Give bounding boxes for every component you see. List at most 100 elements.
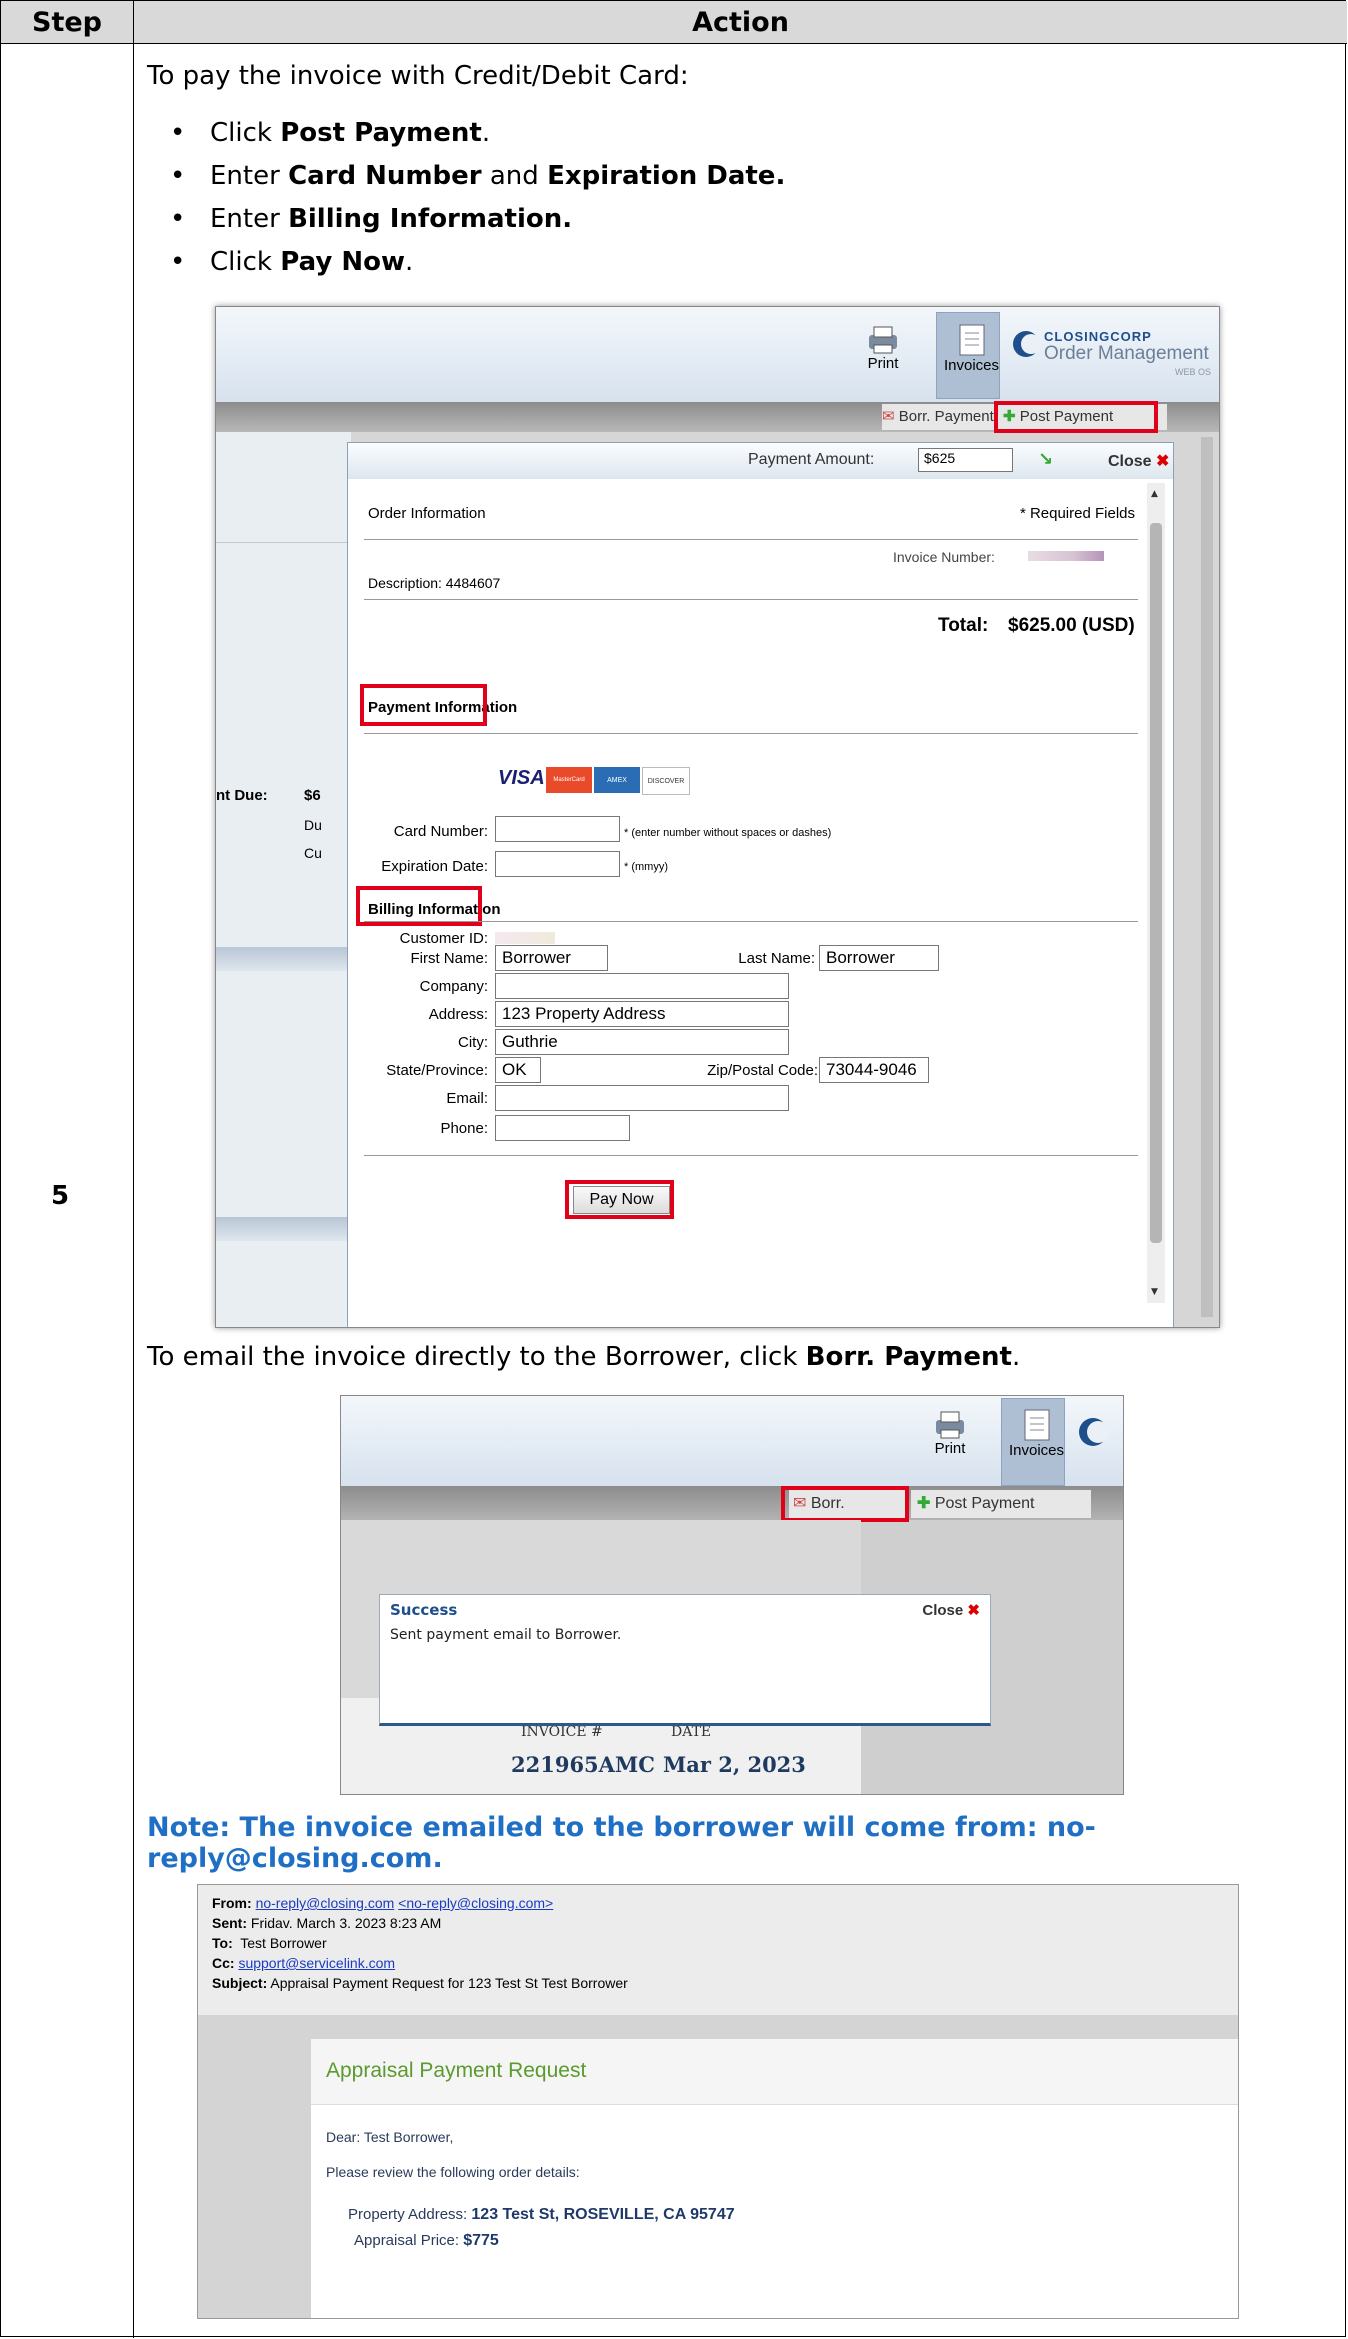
email-greeting: Dear: Test Borrower, [326,2129,454,2145]
success-close-button[interactable]: Close ✖ [922,1601,980,1619]
order-info-heading: Order Information [368,505,486,522]
description-text: Description: 4484607 [368,575,501,591]
success-title: Success [390,1601,458,1619]
step-number: 5 [51,1181,70,1211]
close-icon: ✖ [1156,453,1170,470]
bg-amount: $6 [304,787,321,804]
mastercard-logo: MasterCard [546,767,592,793]
print-button[interactable]: Print [866,325,900,372]
closingcorp-logo-icon [1013,331,1041,357]
last-name-input[interactable]: Borrower [819,945,939,971]
expiration-date-input[interactable] [495,851,620,877]
modal-close-button[interactable]: Close ✖ [1108,451,1169,471]
borr-payment-highlight [781,1486,909,1522]
scroll-up-icon[interactable]: ▲ [1151,489,1158,499]
invoice-number-redacted [1028,551,1104,561]
discover-logo: DISCOVER [642,767,690,795]
action-column-header: Action [692,6,789,38]
company-input[interactable] [495,973,789,999]
appraisal-price-line: Appraisal Price: $775 [354,2232,499,2249]
intro-text: To pay the invoice with Credit/Debit Car… [147,61,689,91]
pay-now-highlight [565,1180,674,1219]
bullet-billing-info: Enter Billing Information. [170,204,572,234]
background-band-2 [216,1217,351,1241]
invoice-col-label: INVOICE # [521,1724,603,1740]
note-text: Note: The invoice emailed to the borrowe… [147,1812,1096,1874]
from-link[interactable]: no-reply@closing.com [256,1895,395,1911]
background-band [216,947,351,971]
total-value: $625.00 (USD) [1008,615,1135,636]
payment-amount-input[interactable]: $625 [918,448,1013,472]
divider [364,599,1138,600]
email-instruction: To email the invoice directly to the Bor… [147,1342,1021,1372]
bg-current: Cu [304,845,322,861]
to-line: To: Test Borrower [212,1935,327,1951]
divider [364,733,1138,734]
zip-input[interactable]: 73044-9046 [819,1057,929,1083]
first-name-label: First Name: [410,950,488,967]
email-input[interactable] [495,1085,789,1111]
first-name-input[interactable]: Borrower [495,945,608,971]
invoices-button[interactable]: Invoices [944,323,999,374]
card-logos: VISA MasterCard AMEX DISCOVER [498,767,690,795]
invoices-button[interactable]: Invoices [1009,1408,1064,1459]
invoice-icon [959,324,985,356]
go-arrow-icon[interactable]: ↘ [1038,449,1053,470]
date-col-label: DATE [671,1724,712,1740]
payment-info-highlight [360,684,487,726]
city-input[interactable]: Guthrie [495,1029,789,1055]
address-input[interactable]: 123 Property Address [495,1001,789,1027]
close-icon: ✖ [967,1602,980,1619]
email-header: From: no-reply@closing.com <no-reply@clo… [198,1885,1238,2015]
column-divider [133,43,134,2338]
cc-link[interactable]: support@servicelink.com [238,1955,395,1971]
background-panel [216,432,351,1327]
customer-id-redacted [495,932,555,944]
closingcorp-logo-icon [1079,1418,1109,1446]
success-message: Sent payment email to Borrower. [390,1627,622,1643]
billing-info-highlight [356,886,482,926]
brand-version: WEB OS [1174,367,1211,377]
printer-icon [936,1411,964,1439]
zip-label: Zip/Postal Code: [707,1062,818,1079]
background-divider [216,542,351,543]
scroll-down-icon[interactable]: ▼ [1151,1287,1158,1297]
invoice-icon [1024,1409,1050,1441]
tab-post-payment[interactable]: ✚ Post Payment [911,1490,1091,1518]
print-button[interactable]: Print [933,1410,967,1457]
payment-modal: Payment Amount: $625 ↘ Close ✖ Order Inf… [347,442,1174,1327]
page-scrollbar[interactable] [1201,437,1213,1317]
brand-subtitle: Order Management [1044,343,1209,364]
state-input[interactable]: OK [495,1057,541,1083]
sent-line: Sent: Fridav. March 3. 2023 8:23 AM [212,1915,442,1931]
tab-borr-payment[interactable]: ✉ Borr. Payment [882,404,997,430]
printer-icon [869,326,897,354]
success-screenshot: Print Invoices ✉ Borr. Payment ✚ Post Pa… [340,1395,1124,1795]
invoice-number-label: Invoice Number: [893,549,995,565]
payment-amount-label: Payment Amount: [748,451,875,468]
from-link-2[interactable]: <no-reply@closing.com> [398,1895,553,1911]
email-label: Email: [446,1090,488,1107]
city-label: City: [458,1034,488,1051]
expiration-date-hint: * (mmyy) [624,861,668,873]
bg-due: Du [304,817,322,833]
bg-amount-label: nt Due: [216,787,268,804]
visa-logo: VISA [498,767,545,789]
subject-line: Subject: Appraisal Payment Request for 1… [212,1975,628,1991]
card-number-input[interactable] [495,816,620,842]
divider [364,921,1138,922]
step-column-header: Step [1,1,134,43]
scroll-thumb[interactable] [1150,523,1162,1243]
last-name-label: Last Name: [738,950,815,967]
total-label: Total: [938,615,989,636]
brand-name: CLOSINGCORP [1044,329,1152,344]
divider [364,1155,1138,1156]
email-body-card: Appraisal Payment Request Dear: Test Bor… [311,2039,1238,2318]
invoice-number: 221965AMC [511,1752,655,1777]
modal-scrollbar[interactable]: ▲ ▼ [1147,483,1165,1303]
email-screenshot: From: no-reply@closing.com <no-reply@clo… [197,1884,1239,2319]
email-review-text: Please review the following order detail… [326,2164,580,2180]
bullet-post-payment: Click Post Payment. [170,118,490,148]
divider [364,539,1138,540]
phone-input[interactable] [495,1115,630,1141]
